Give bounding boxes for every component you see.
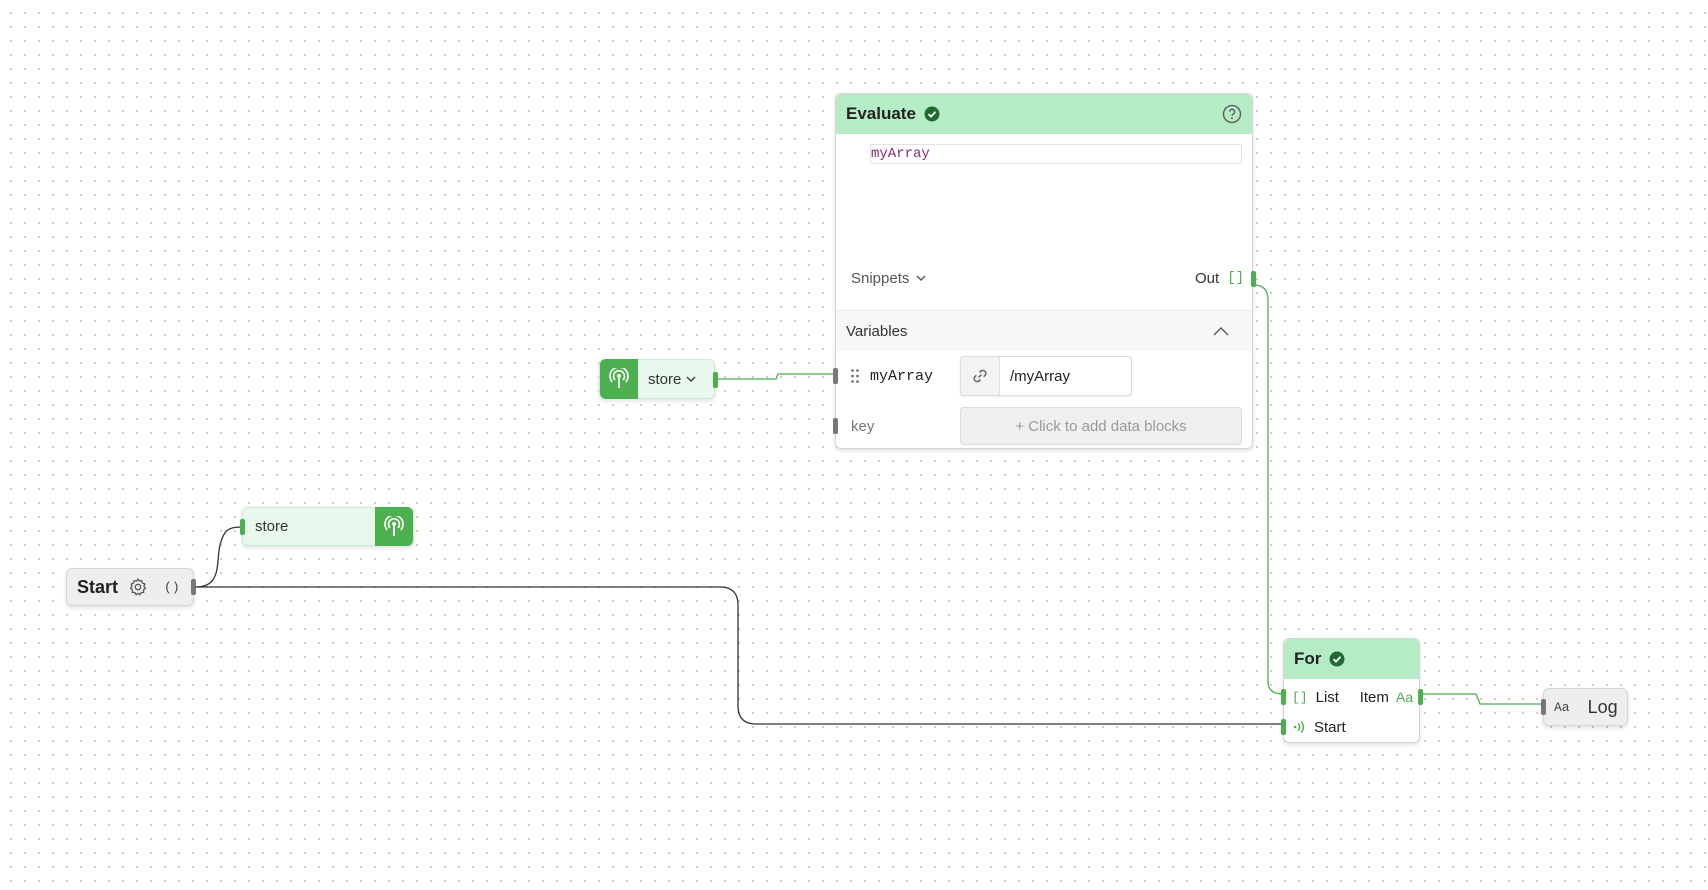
store-getter-node[interactable]: store xyxy=(599,359,718,399)
output-label: Out xyxy=(1195,269,1220,287)
variable-input-port[interactable] xyxy=(833,368,838,384)
evaluate-node[interactable]: Evaluate myArray Snippets Out [] Variabl… xyxy=(833,93,1256,449)
new-variable-input-port[interactable] xyxy=(833,418,838,434)
for-item-label: Item xyxy=(1359,688,1389,706)
check-circle-icon xyxy=(1329,651,1345,667)
code-editor[interactable]: myArray xyxy=(870,144,1242,164)
store-getter-output-port[interactable] xyxy=(713,372,718,388)
wire-evaluate-to-for xyxy=(1253,284,1285,695)
store-setter-input-port[interactable] xyxy=(240,519,245,535)
for-start-input-port[interactable] xyxy=(1281,719,1286,735)
start-node[interactable]: Start () xyxy=(66,568,196,606)
evaluate-title: Evaluate xyxy=(846,104,916,123)
variable-binding[interactable]: /myArray xyxy=(960,356,1132,396)
wire-start-to-for xyxy=(196,586,1284,725)
variables-header[interactable]: Variables xyxy=(836,310,1252,351)
for-start-label: Start xyxy=(1314,718,1346,736)
log-node[interactable]: Aa Log xyxy=(1541,688,1628,726)
array-type-icon: [] xyxy=(1227,270,1244,286)
for-list-input-port[interactable] xyxy=(1281,689,1286,705)
for-item-output-port[interactable] xyxy=(1418,689,1423,705)
variables-label: Variables xyxy=(846,322,908,340)
drag-handle-icon[interactable] xyxy=(850,368,860,384)
flow-canvas[interactable]: Start () store store Evaluate myArray Sn… xyxy=(0,0,1708,890)
snippets-dropdown[interactable]: Snippets xyxy=(851,270,909,287)
broadcast-antenna-icon xyxy=(600,359,638,399)
snippets-row: Snippets Out [] xyxy=(836,266,1252,290)
log-title: Log xyxy=(1587,696,1618,717)
text-type-icon: Aa xyxy=(1395,689,1413,705)
log-input-port[interactable] xyxy=(1541,699,1546,715)
gear-icon[interactable] xyxy=(128,577,148,597)
for-start-row: Start xyxy=(1281,715,1419,739)
start-output-type: () xyxy=(164,579,180,595)
store-setter-label: store xyxy=(255,518,289,535)
broadcast-antenna-icon xyxy=(375,507,413,546)
variable-row: myArray /myArray xyxy=(833,356,1252,396)
wire-store-to-evaluate xyxy=(716,373,836,380)
start-output-port[interactable] xyxy=(191,579,196,595)
text-type-icon: Aa xyxy=(1554,699,1570,715)
evaluate-header[interactable]: Evaluate xyxy=(836,94,1252,134)
chevron-up-icon[interactable] xyxy=(1212,325,1230,337)
wire-start-to-store xyxy=(195,526,243,588)
start-node-title: Start xyxy=(77,576,119,597)
link-icon[interactable] xyxy=(961,357,1000,395)
help-circle-icon[interactable] xyxy=(1222,104,1242,124)
new-variable-key-input[interactable]: key xyxy=(851,418,960,435)
for-title: For xyxy=(1294,649,1322,668)
check-circle-icon xyxy=(924,106,940,122)
store-getter-label[interactable]: store xyxy=(648,371,681,388)
array-type-icon: [] xyxy=(1292,689,1308,705)
wire-for-to-log xyxy=(1421,693,1544,705)
for-list-label: List xyxy=(1315,688,1339,706)
evaluate-output-port[interactable] xyxy=(1251,271,1256,287)
add-data-blocks-button[interactable]: + Click to add data blocks xyxy=(960,407,1242,445)
new-variable-row: key + Click to add data blocks xyxy=(833,407,1252,445)
store-setter-node[interactable]: store xyxy=(240,507,414,546)
for-node[interactable]: For [] List Item Aa Start xyxy=(1281,638,1423,743)
variable-binding-path: /myArray xyxy=(1010,367,1070,385)
variable-name[interactable]: myArray xyxy=(870,368,960,385)
chevron-down-icon[interactable] xyxy=(915,272,927,284)
signal-icon xyxy=(1293,720,1305,734)
chevron-down-icon[interactable] xyxy=(685,373,697,385)
for-list-row: [] List Item Aa xyxy=(1281,685,1423,709)
for-header[interactable]: For xyxy=(1284,639,1419,679)
